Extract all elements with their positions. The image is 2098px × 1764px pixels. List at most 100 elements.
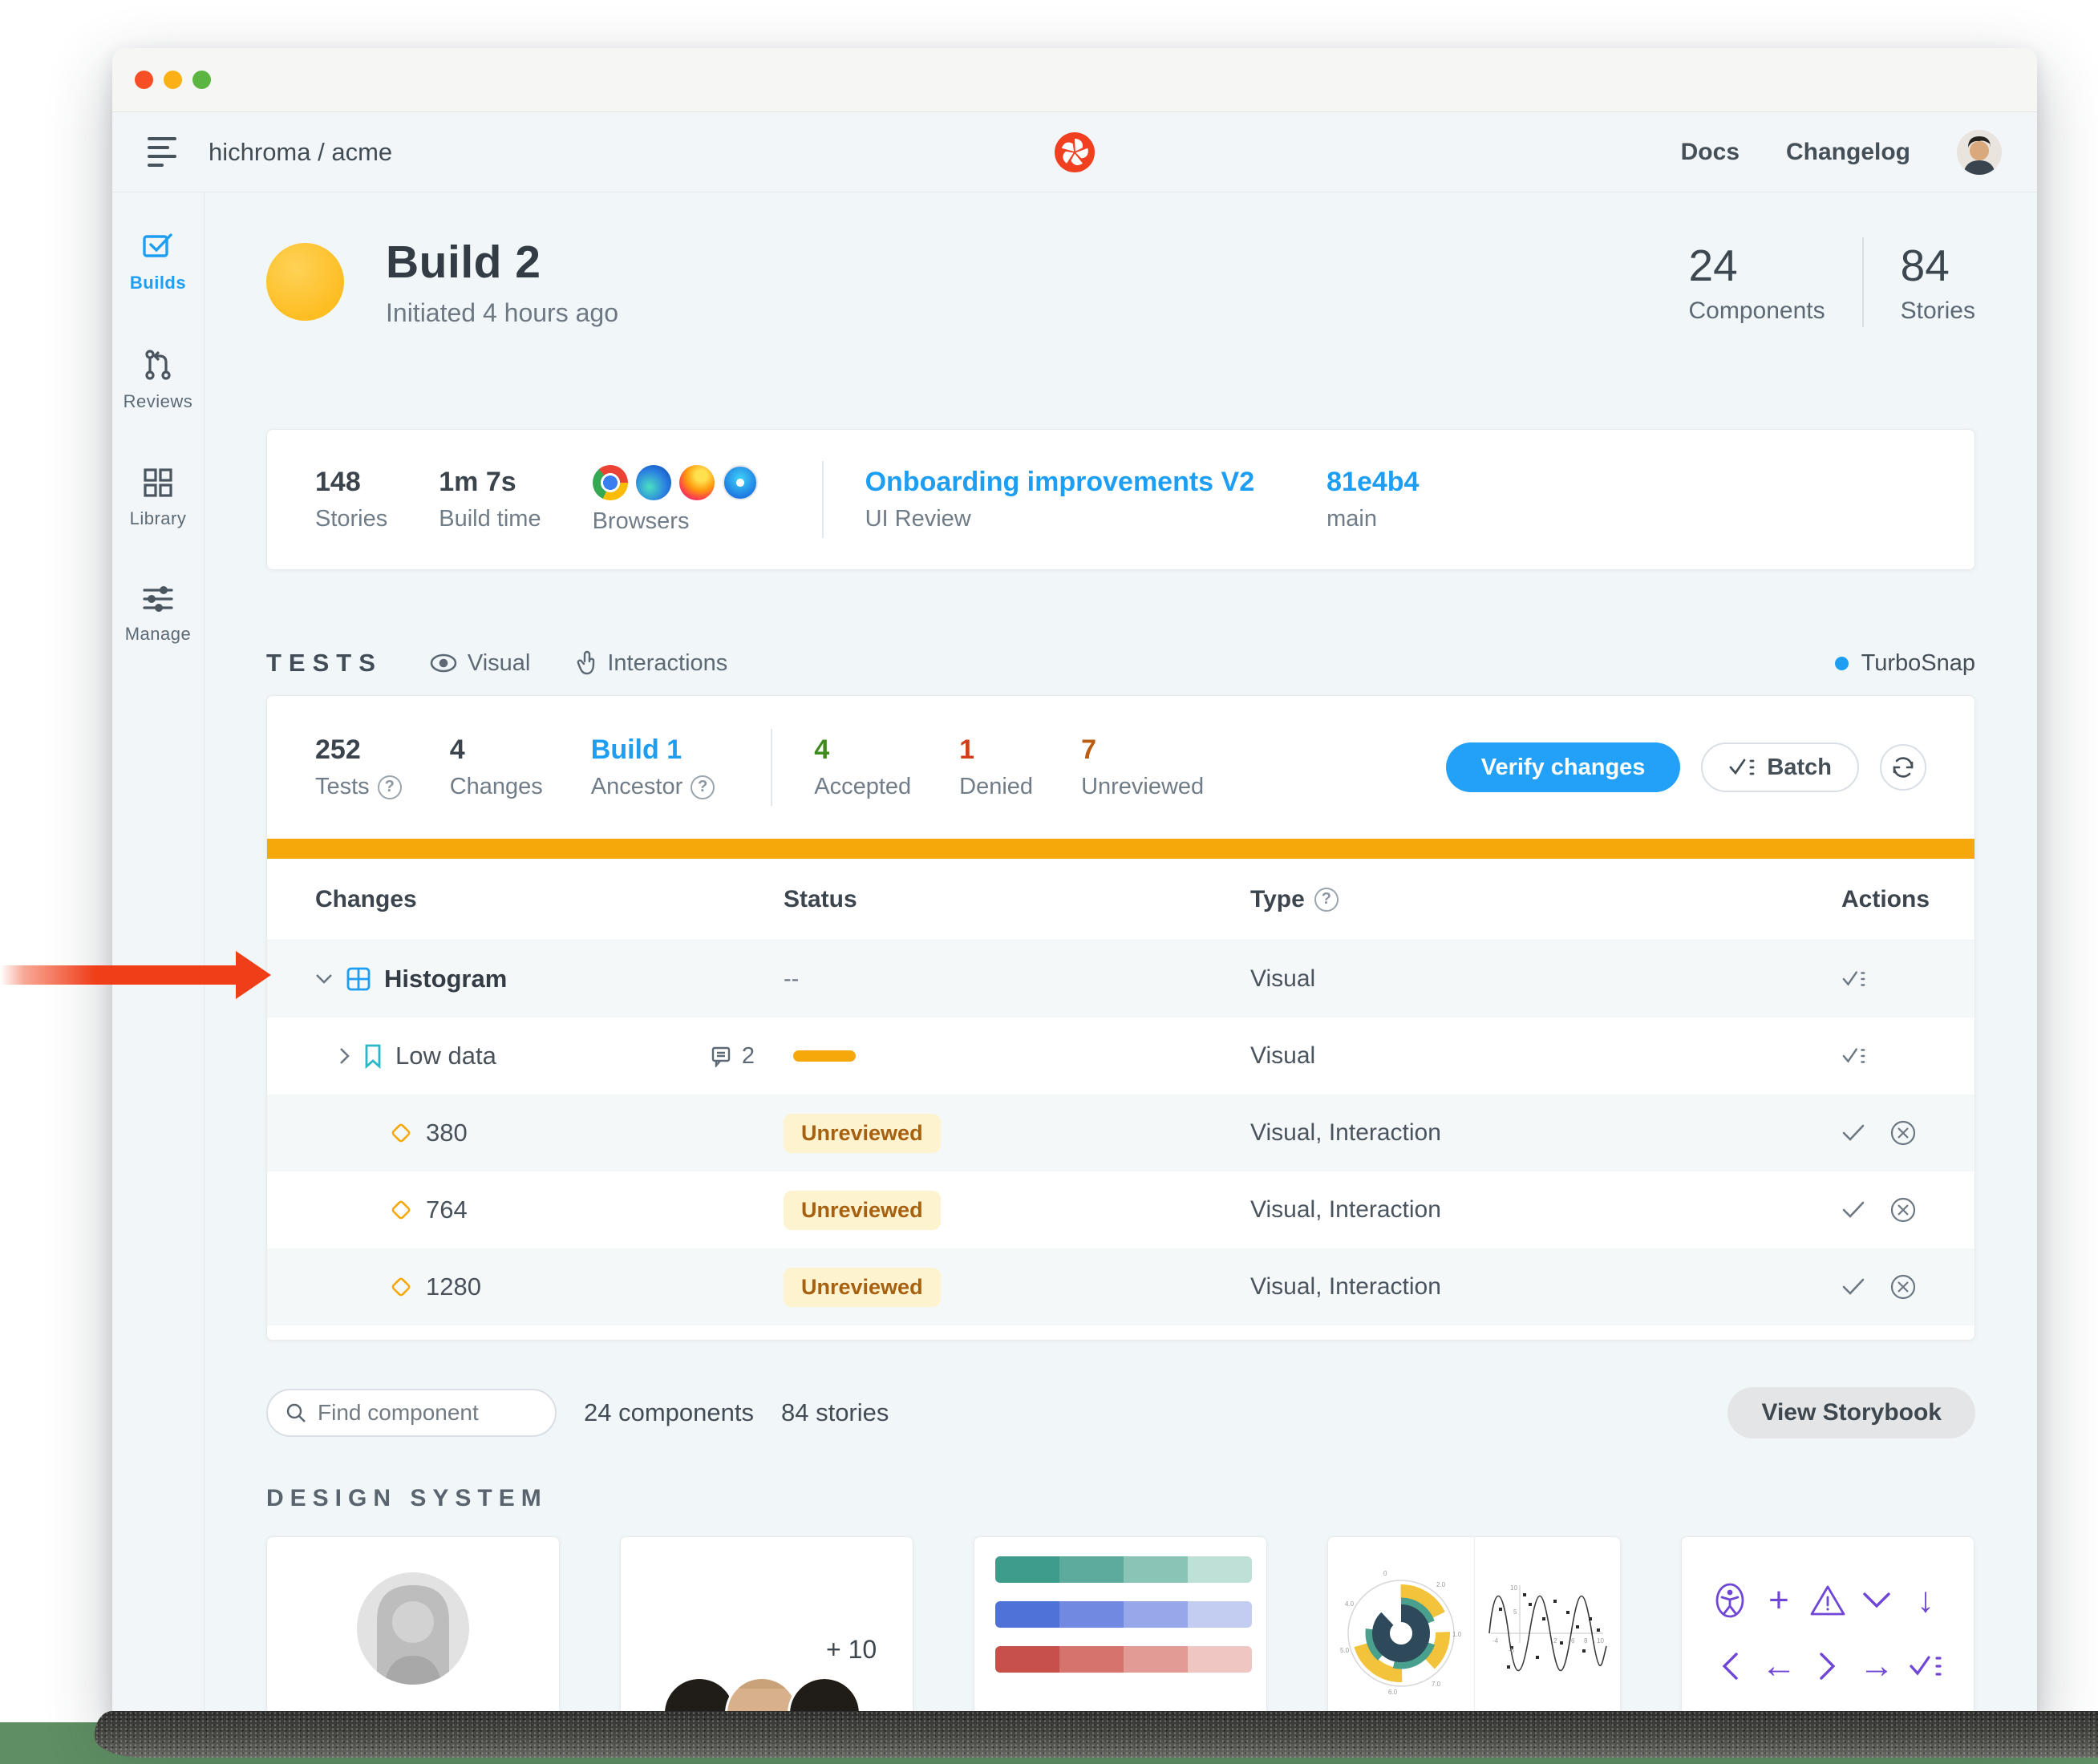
- summary-stories: 148 Stories: [315, 467, 387, 532]
- refresh-button[interactable]: [1880, 744, 1926, 791]
- build-summary-card: 148 Stories 1m 7s Build time: [266, 429, 1975, 570]
- search-field[interactable]: [266, 1389, 557, 1437]
- col-status: Status: [784, 886, 1250, 913]
- stat-denied: 1 Denied: [959, 734, 1033, 800]
- ancestor-build-link[interactable]: Build 1: [591, 734, 715, 766]
- component-card-charts[interactable]: 1.05.0 7.06.0 4.002.0: [1327, 1536, 1621, 1724]
- refresh-icon: [1891, 755, 1915, 779]
- accept-icon[interactable]: [1841, 1277, 1865, 1297]
- component-card-swatches[interactable]: [974, 1536, 1267, 1724]
- sidebar-item-builds[interactable]: Builds: [130, 229, 186, 293]
- turbosnap-dot-icon: [1835, 657, 1849, 670]
- changelog-link[interactable]: Changelog: [1786, 139, 1910, 166]
- viewport-diamond-icon: [389, 1121, 413, 1145]
- sine-scatter-chart: 105-5 -426 810: [1474, 1537, 1621, 1724]
- help-icon[interactable]: ?: [378, 775, 402, 799]
- components-count: 24: [1689, 240, 1825, 291]
- pointer-hand-icon: [577, 650, 597, 676]
- help-icon[interactable]: ?: [691, 775, 715, 799]
- batch-check-icon: [1728, 757, 1756, 778]
- stat-changes: 4 Changes: [450, 734, 543, 800]
- docs-link[interactable]: Docs: [1681, 139, 1740, 166]
- col-type: Type?: [1250, 886, 1841, 913]
- table-row-380[interactable]: 380 Unreviewed Visual, Interaction: [267, 1094, 1974, 1171]
- deny-icon[interactable]: [1889, 1196, 1917, 1224]
- commit-link[interactable]: 81e4b4 main: [1326, 467, 1419, 532]
- builds-icon: [141, 229, 175, 263]
- table-row-histogram[interactable]: Histogram -- Visual: [267, 941, 1974, 1018]
- breadcrumb[interactable]: hichroma / acme: [209, 138, 392, 167]
- user-avatar[interactable]: [1957, 130, 2002, 175]
- stat-divider: [1862, 237, 1864, 327]
- deny-icon[interactable]: [1889, 1119, 1917, 1147]
- chevron-down-icon: [1857, 1581, 1896, 1620]
- table-row-1280[interactable]: 1280 Unreviewed Visual, Interaction: [267, 1248, 1974, 1325]
- comments-indicator[interactable]: 2: [710, 1043, 755, 1070]
- tests-heading: TESTS: [266, 649, 383, 678]
- component-toolbar: 24 components 84 stories View Storybook: [266, 1387, 1975, 1438]
- summary-build-time: 1m 7s Build time: [439, 467, 541, 532]
- stories-count: 84: [1901, 240, 1975, 291]
- table-row-764[interactable]: 764 Unreviewed Visual, Interaction: [267, 1171, 1974, 1248]
- accept-icon[interactable]: [1841, 1200, 1865, 1220]
- batch-accept-icon[interactable]: [1841, 1046, 1867, 1066]
- help-icon[interactable]: ?: [1314, 888, 1339, 912]
- grid-icon: [142, 467, 174, 499]
- color-swatches: [995, 1556, 1252, 1673]
- component-card-avatar-group[interactable]: + 10: [620, 1536, 913, 1724]
- search-input[interactable]: [318, 1400, 537, 1426]
- build-progress-bar: [267, 839, 1974, 859]
- accept-icon[interactable]: [1841, 1123, 1865, 1143]
- sidebar-item-reviews[interactable]: Reviews: [124, 348, 193, 412]
- summary-divider: [822, 461, 824, 538]
- summary-browsers: Browsers: [593, 465, 758, 535]
- story-bookmark-icon: [363, 1043, 383, 1069]
- batch-button[interactable]: Batch: [1701, 742, 1859, 792]
- turbosnap-indicator: TurboSnap: [1835, 650, 1975, 677]
- status-badge: Unreviewed: [784, 1191, 941, 1230]
- minimize-window-button[interactable]: [164, 71, 182, 89]
- close-window-button[interactable]: [135, 71, 153, 89]
- svg-text:7.0: 7.0: [1432, 1681, 1441, 1688]
- portrait-avatar: [357, 1572, 469, 1685]
- branch-link[interactable]: Onboarding improvements V2 UI Review: [865, 467, 1255, 532]
- chromatic-logo-icon[interactable]: [1055, 132, 1095, 172]
- build-avatar: [266, 243, 344, 321]
- chevron-down-icon[interactable]: [315, 973, 333, 985]
- view-storybook-button[interactable]: View Storybook: [1727, 1387, 1975, 1438]
- table-row-low-data[interactable]: Low data 2 Visual: [267, 1018, 1974, 1094]
- comment-icon: [710, 1045, 732, 1067]
- stat-ancestor[interactable]: Build 1 Ancestor?: [591, 734, 715, 800]
- deny-icon[interactable]: [1889, 1273, 1917, 1301]
- avatar-more-count: + 10: [826, 1635, 877, 1665]
- stat-accepted: 4 Accepted: [814, 734, 911, 800]
- chevron-right-icon: [1808, 1647, 1847, 1685]
- verify-changes-button[interactable]: Verify changes: [1446, 742, 1681, 792]
- svg-text:4.0: 4.0: [1345, 1600, 1355, 1608]
- app-header: hichroma / acme Docs Changelog: [112, 112, 2037, 192]
- batch-accept-icon[interactable]: [1841, 969, 1867, 989]
- sidebar-item-library[interactable]: Library: [130, 467, 187, 529]
- stats-divider: [771, 729, 772, 806]
- component-card-icons[interactable]: + ↓: [1681, 1536, 1974, 1724]
- svg-text:10: 10: [1510, 1584, 1517, 1592]
- component-card-avatar[interactable]: [266, 1536, 560, 1724]
- viewport-diamond-icon: [389, 1275, 413, 1299]
- sidebar-item-label: Library: [130, 508, 187, 529]
- page: hichroma / acme Docs Changelog: [0, 0, 2098, 1764]
- chevron-right-icon[interactable]: [339, 1047, 350, 1065]
- zoom-window-button[interactable]: [192, 71, 211, 89]
- filter-interactions[interactable]: Interactions: [577, 650, 727, 677]
- menu-icon[interactable]: [148, 137, 180, 167]
- components-stat: 24 Components: [1689, 240, 1825, 325]
- viewport-diamond-icon: [389, 1198, 413, 1222]
- sidebar-item-label: Builds: [130, 273, 186, 293]
- svg-text:1.0: 1.0: [1452, 1631, 1462, 1638]
- svg-text:8: 8: [1584, 1637, 1588, 1645]
- warning-icon: [1808, 1581, 1847, 1620]
- sidebar-item-manage[interactable]: Manage: [125, 584, 192, 645]
- filter-visual[interactable]: Visual: [429, 650, 530, 677]
- donut-chart: 1.05.0 7.06.0 4.002.0: [1328, 1537, 1474, 1724]
- pull-request-icon: [142, 348, 174, 382]
- swatch-row-red: [995, 1646, 1252, 1673]
